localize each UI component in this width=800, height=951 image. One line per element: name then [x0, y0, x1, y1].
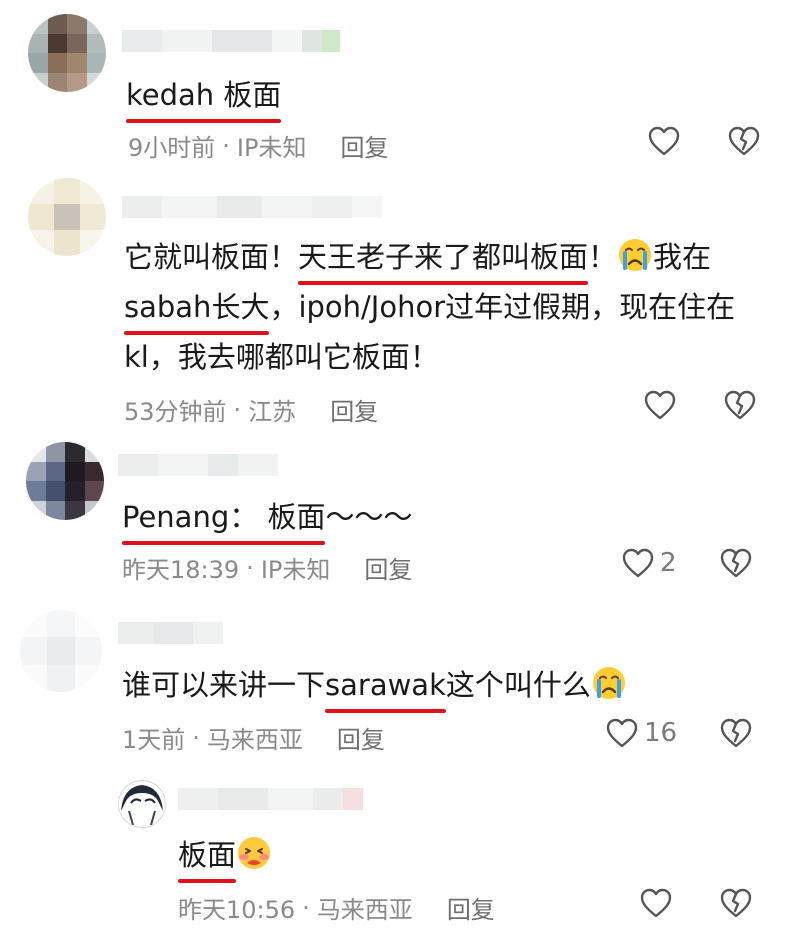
heart-icon: [606, 718, 638, 748]
reply-button[interactable]: 回复: [330, 392, 378, 427]
avatar[interactable]: [118, 780, 166, 828]
underlined-text: 天王老子来了都叫板面: [298, 232, 589, 285]
underlined-text: Penang： 板面: [122, 492, 326, 545]
like-button[interactable]: 2: [622, 548, 677, 578]
like-button[interactable]: [640, 888, 672, 918]
username-blurred[interactable]: [178, 788, 363, 810]
comment-text: 板面: [178, 830, 272, 883]
flushed-face-emoji: [238, 837, 271, 869]
username-blurred[interactable]: [118, 454, 278, 476]
reply-item: 板面 昨天10:56 · 马来西亚 回复: [0, 772, 800, 951]
dislike-button[interactable]: [724, 390, 756, 420]
comment-time: 昨天18:39: [122, 556, 240, 584]
comment-text-line: 它就叫板面！天王老子来了都叫板面！ 我在: [124, 232, 711, 285]
avatar[interactable]: [26, 442, 104, 520]
comment-location: 江苏: [248, 398, 297, 426]
comment-meta: 9小时前 · IP未知 回复: [128, 128, 388, 163]
avatar[interactable]: [20, 610, 102, 692]
reply-button[interactable]: 回复: [447, 890, 495, 925]
comment-location: IP未知: [236, 134, 307, 162]
underlined-text: kedah 板面: [126, 70, 282, 123]
comment-meta: 1天前 · 马来西亚 回复: [122, 720, 385, 755]
anime-character-avatar: [121, 785, 163, 826]
reply-button[interactable]: 回复: [364, 550, 412, 585]
heart-icon: [648, 126, 680, 156]
underlined-text: sarawak: [325, 660, 446, 713]
heart-icon: [644, 390, 676, 420]
comment-text: Penang： 板面～～～: [122, 492, 412, 545]
comment-time: 1天前: [122, 726, 186, 754]
avatar[interactable]: [28, 14, 106, 92]
comment-location: 马来西亚: [316, 896, 413, 924]
crying-face-emoji: [592, 667, 625, 699]
avatar[interactable]: [28, 178, 106, 256]
dislike-button[interactable]: [728, 126, 760, 156]
like-button[interactable]: [644, 390, 676, 420]
broken-heart-icon: [720, 548, 752, 578]
separator: ·: [246, 553, 254, 582]
broken-heart-icon: [720, 718, 752, 748]
comment-text-line: kl，我去哪都叫它板面！: [124, 340, 439, 374]
comment-meta: 53分钟前 · 江苏 回复: [124, 392, 378, 427]
reply-button[interactable]: 回复: [340, 128, 388, 163]
broken-heart-icon: [720, 888, 752, 918]
broken-heart-icon: [724, 390, 756, 420]
comment-location: 马来西亚: [206, 726, 303, 754]
underlined-text: sabah长大: [124, 282, 270, 335]
comment-text-line: sabah长大，ipoh/Johor过年过假期，现在住在: [124, 282, 735, 335]
reply-button[interactable]: 回复: [337, 720, 385, 755]
like-count: 2: [660, 548, 677, 578]
dislike-button[interactable]: [720, 888, 752, 918]
dislike-button[interactable]: [720, 548, 752, 578]
like-count: 16: [644, 718, 678, 748]
like-button[interactable]: [648, 126, 680, 156]
username-blurred[interactable]: [122, 30, 340, 52]
comment-meta: 昨天10:56 · 马来西亚 回复: [178, 890, 495, 925]
comment-time: 9小时前: [128, 134, 216, 162]
heart-icon: [622, 548, 654, 578]
username-blurred[interactable]: [122, 196, 382, 218]
crying-face-emoji: [619, 239, 652, 271]
underlined-text: 板面: [178, 830, 237, 883]
comment-item: kedah 板面 9小时前 · IP未知 回复: [0, 0, 800, 170]
separator: ·: [302, 893, 310, 922]
separator: ·: [233, 395, 242, 424]
comment-item: 谁可以来讲一下sarawak这个叫什么 1天前 · 马来西亚 回复 16: [0, 602, 800, 767]
comment-text: kedah 板面: [126, 70, 282, 123]
comment-text: 谁可以来讲一下sarawak这个叫什么: [122, 660, 627, 713]
comment-item: 它就叫板面！天王老子来了都叫板面！ 我在 sabah长大，ipoh/Johor过年…: [0, 170, 800, 432]
heart-icon: [640, 888, 672, 918]
comment-meta: 昨天18:39 · IP未知 回复: [122, 550, 412, 585]
dislike-button[interactable]: [720, 718, 752, 748]
comment-item: Penang： 板面～～～ 昨天18:39 · IP未知 回复 2: [0, 432, 800, 592]
comment-time: 昨天10:56: [178, 896, 296, 924]
comment-location: IP未知: [260, 556, 331, 584]
separator: ·: [222, 131, 230, 160]
broken-heart-icon: [728, 126, 760, 156]
like-button[interactable]: 16: [606, 718, 677, 748]
separator: ·: [192, 723, 200, 752]
username-blurred[interactable]: [118, 622, 223, 644]
comment-time: 53分钟前: [124, 398, 227, 426]
